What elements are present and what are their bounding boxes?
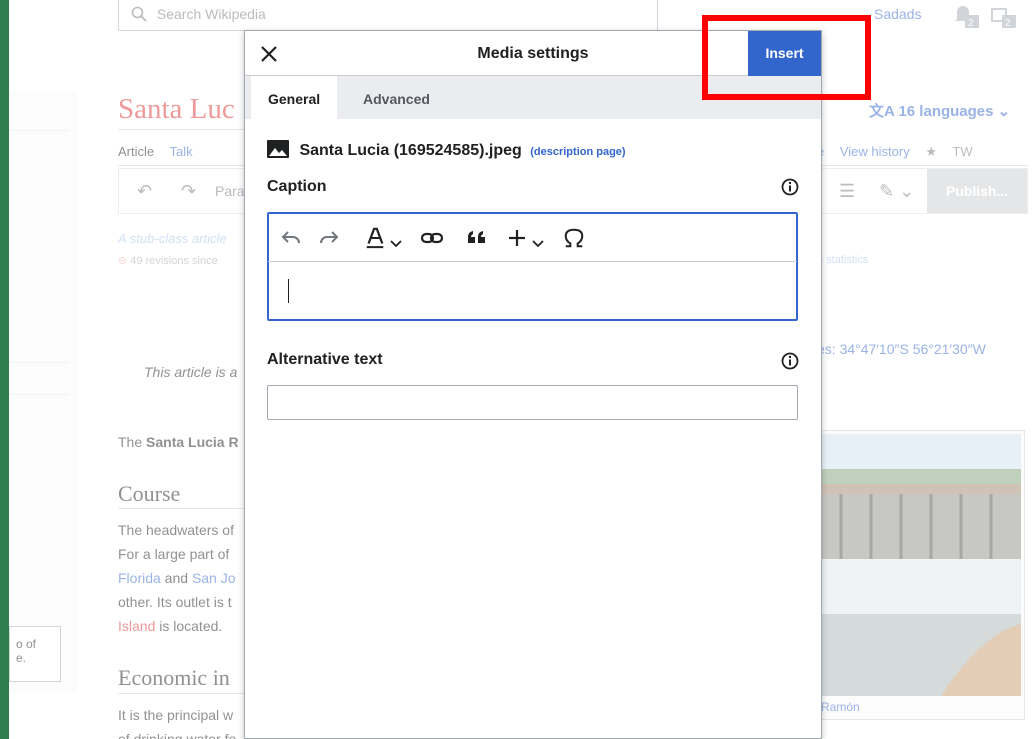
redo-icon[interactable] <box>318 227 340 249</box>
alt-text-input[interactable] <box>267 385 798 420</box>
alt-text-info-icon[interactable] <box>781 352 799 370</box>
media-filename: Santa Lucia (169524585).jpeg (descriptio… <box>267 140 626 160</box>
caption-editor[interactable] <box>267 212 798 321</box>
quote-icon[interactable] <box>466 227 488 249</box>
undo-icon[interactable] <box>280 227 302 249</box>
dialog-header: Media settings Insert <box>245 31 821 76</box>
tab-advanced[interactable]: Advanced <box>345 76 448 119</box>
link-icon[interactable] <box>420 227 444 249</box>
caption-label: Caption <box>267 178 327 195</box>
dialog-title: Media settings <box>477 45 589 62</box>
media-settings-dialog: Media settings Insert General Advanced S… <box>244 30 822 739</box>
special-character-icon[interactable] <box>562 227 586 249</box>
image-icon <box>267 140 289 158</box>
chevron-down-icon[interactable] <box>390 233 402 255</box>
alt-text-label: Alternative text <box>267 351 383 368</box>
chevron-down-icon[interactable] <box>532 233 544 255</box>
caption-info-icon[interactable] <box>781 178 799 196</box>
insert-plus-icon[interactable] <box>508 227 526 249</box>
text-style-icon[interactable] <box>364 227 386 249</box>
filename-text: Santa Lucia (169524585).jpeg <box>299 142 522 159</box>
tab-general[interactable]: General <box>251 76 338 119</box>
text-cursor <box>288 279 289 303</box>
description-page-link[interactable]: (description page) <box>530 146 625 158</box>
dialog-tabs: General Advanced <box>245 76 821 119</box>
insert-button[interactable]: Insert <box>748 31 821 76</box>
caption-toolbar <box>268 213 797 262</box>
